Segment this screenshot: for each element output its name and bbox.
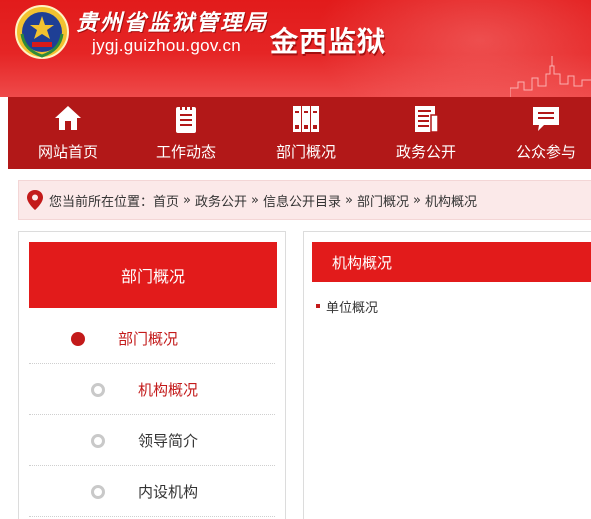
ring-bullet-icon bbox=[91, 434, 105, 448]
sidebar-item-department-overview[interactable]: 部门概况 bbox=[29, 313, 275, 364]
document-icon bbox=[415, 106, 439, 133]
nav-item-work-news[interactable]: 工作动态 bbox=[126, 97, 246, 169]
sidebar-item-leadership[interactable]: 领导简介 bbox=[29, 415, 275, 466]
notepad-icon bbox=[176, 104, 196, 133]
bullet-dot-icon bbox=[71, 332, 85, 346]
breadcrumb-link-department[interactable]: 部门概况 bbox=[357, 191, 409, 210]
nav-label-gov-affairs: 政务公开 bbox=[395, 143, 456, 161]
breadcrumb-link-gov-affairs[interactable]: 政务公开 bbox=[195, 191, 247, 210]
ring-bullet-icon bbox=[91, 485, 105, 499]
breadcrumb-link-org-overview[interactable]: 机构概况 bbox=[425, 191, 477, 210]
site-header: 贵州省监狱管理局 jygj.guizhou.gov.cn 金西监狱 bbox=[0, 0, 591, 97]
breadcrumb-separator: » bbox=[412, 192, 421, 208]
breadcrumb-prefix: 您当前所在位置： bbox=[49, 194, 154, 210]
breadcrumb-separator: » bbox=[345, 192, 353, 208]
home-icon bbox=[55, 106, 81, 130]
sidebar-title: 部门概况 bbox=[29, 242, 277, 308]
sidebar-item-label: 部门概况 bbox=[118, 330, 179, 348]
sidebar-item-label: 内设机构 bbox=[138, 483, 199, 501]
breadcrumb-separator: » bbox=[251, 192, 259, 208]
site-domain: jygj.guizhou.gov.cn bbox=[92, 36, 242, 55]
sidebar: 部门概况 部门概况 机构概况 领导简介 内设机构 bbox=[18, 231, 286, 519]
sidebar-item-internal-units[interactable]: 内设机构 bbox=[29, 466, 275, 517]
nav-item-gov-affairs[interactable]: 政务公开 bbox=[366, 97, 486, 169]
nav-label-home: 网站首页 bbox=[37, 143, 98, 161]
nav-label-public-participation: 公众参与 bbox=[515, 143, 576, 161]
content-list: 单位概况 bbox=[316, 296, 378, 316]
sidebar-item-label: 机构概况 bbox=[138, 381, 199, 399]
chat-icon bbox=[533, 107, 559, 131]
nav-item-public-participation[interactable]: 公众参与 bbox=[486, 97, 591, 169]
nav-label-department: 部门概况 bbox=[275, 143, 336, 161]
site-name: 金西监狱 bbox=[270, 25, 387, 58]
agency-name: 贵州省监狱管理局 bbox=[76, 10, 269, 36]
nav-item-department[interactable]: 部门概况 bbox=[246, 97, 366, 169]
content-title: 机构概况 bbox=[312, 242, 591, 282]
breadcrumb: 您当前所在位置： 首页 » 政务公开 » 信息公开目录 » 部门概况 » 机构概… bbox=[18, 180, 591, 220]
nav-item-home[interactable]: 网站首页 bbox=[8, 97, 128, 169]
location-pin-icon bbox=[25, 189, 45, 211]
breadcrumb-link-info-catalog[interactable]: 信息公开目录 bbox=[263, 191, 341, 210]
content-panel: 机构概况 单位概况 bbox=[303, 231, 591, 519]
nav-label-work-news: 工作动态 bbox=[155, 143, 216, 161]
square-bullet-icon bbox=[316, 304, 320, 308]
sidebar-item-label: 领导简介 bbox=[138, 432, 199, 450]
breadcrumb-link-home[interactable]: 首页 bbox=[153, 191, 179, 210]
police-emblem-logo[interactable] bbox=[14, 4, 70, 60]
ring-bullet-icon bbox=[91, 383, 105, 397]
sidebar-item-org-overview[interactable]: 机构概况 bbox=[29, 364, 275, 415]
binders-icon bbox=[293, 106, 319, 132]
breadcrumb-separator: » bbox=[183, 192, 191, 208]
list-item-link[interactable]: 单位概况 bbox=[326, 297, 378, 316]
main-nav: 网站首页 工作动态 部门概况 政务公开 公众参与 bbox=[8, 97, 591, 169]
skyline-decoration bbox=[510, 56, 591, 97]
list-item[interactable]: 单位概况 bbox=[316, 296, 378, 316]
